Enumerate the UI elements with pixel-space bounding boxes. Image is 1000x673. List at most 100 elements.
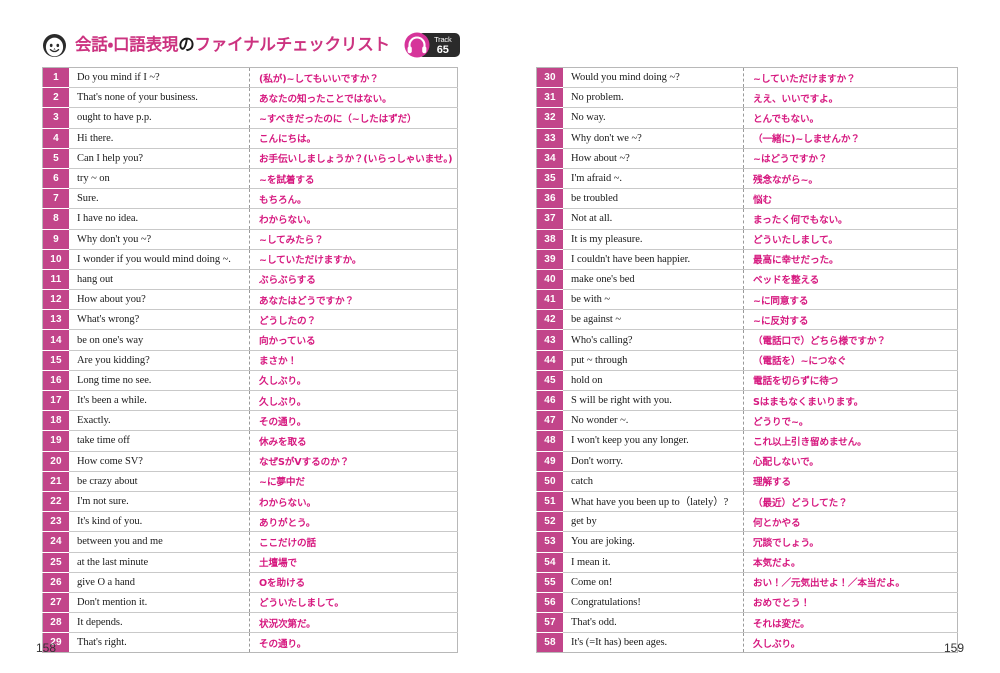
japanese-meaning: （電話を）~につなぐ — [743, 350, 958, 371]
japanese-meaning: ぶらぶらする — [249, 269, 458, 291]
table-row: 48 I won't keep you any longer. これ以上引き留めませ… — [536, 430, 958, 452]
japanese-meaning: 久しぶり。 — [249, 370, 458, 392]
table-row: 36 be troubled 悩む — [536, 188, 958, 210]
row-number: 16 — [42, 370, 69, 392]
row-number: 15 — [42, 350, 69, 371]
japanese-meaning: ベッドを整える — [743, 269, 958, 291]
table-row: 41 be with ~ ~に同意する — [536, 289, 958, 311]
english-expression: How about ~? — [563, 148, 744, 169]
english-expression: Do you mind if I ~? — [69, 67, 250, 89]
table-row: 26 give O a hand Oを助ける — [42, 572, 458, 593]
english-expression: S will be right with you. — [563, 390, 744, 412]
table-row: 51 What have you been up to（lately）? （最近）ど… — [536, 491, 958, 513]
japanese-meaning: （電話口で）どちら様ですか？ — [743, 329, 958, 351]
english-expression: Exactly. — [69, 410, 250, 432]
row-number: 54 — [536, 552, 563, 573]
english-expression: hang out — [69, 269, 250, 291]
table-row: 46 S will be right with you. Sはまもなくまいります。 — [536, 390, 958, 412]
english-expression: be against ~ — [563, 309, 744, 331]
page-number-right: 159 — [943, 641, 964, 655]
japanese-meaning: (私が)~してもいいですか？ — [249, 67, 458, 89]
japanese-meaning: まったく何でもない。 — [743, 208, 958, 230]
row-number: 36 — [536, 188, 563, 210]
page-header-right — [536, 30, 958, 60]
japanese-meaning: どういたしまして。 — [249, 592, 458, 614]
checklist-table-right-body: 30 Would you mind doing ~? ~していただけますか？ 31 No… — [536, 67, 958, 653]
english-expression: You are joking. — [563, 531, 744, 553]
page-title-particle: の — [178, 34, 195, 54]
english-expression: Sure. — [69, 188, 250, 210]
table-row: 21 be crazy about ~に夢中だ — [42, 471, 458, 492]
row-number: 22 — [42, 491, 69, 513]
english-expression: give O a hand — [69, 572, 250, 593]
row-number: 35 — [536, 168, 563, 190]
japanese-meaning: もちろん。 — [249, 188, 458, 210]
japanese-meaning: ここだけの話 — [249, 531, 458, 553]
japanese-meaning: まさか！ — [249, 350, 458, 371]
japanese-meaning: ~していただけますか？ — [743, 67, 958, 89]
english-expression: Why don't we ~? — [563, 128, 744, 149]
row-number: 37 — [536, 208, 563, 230]
english-expression: be troubled — [563, 188, 744, 210]
row-number: 8 — [42, 208, 69, 230]
japanese-meaning: これ以上引き留めません。 — [743, 430, 958, 452]
japanese-meaning: 本気だよ。 — [743, 552, 958, 573]
english-expression: Don't worry. — [563, 451, 744, 472]
english-expression: try ~ on — [69, 168, 250, 190]
right-page: 30 Would you mind doing ~? ~していただけますか？ 31 No… — [500, 0, 1000, 673]
english-expression: I have no idea. — [69, 208, 250, 230]
table-row: 45 hold on 電話を切らずに待つ — [536, 370, 958, 392]
japanese-meaning: 残念ながら~。 — [743, 168, 958, 190]
table-row: 27 Don't mention it. どういたしまして。 — [42, 592, 458, 614]
english-expression: Why don't you ~? — [69, 229, 250, 250]
smiling-face-icon — [42, 33, 67, 58]
row-number: 31 — [536, 87, 563, 109]
english-expression: hold on — [563, 370, 744, 392]
table-row: 15 Are you kidding? まさか！ — [42, 350, 458, 371]
japanese-meaning: どういたしまして。 — [743, 229, 958, 250]
table-row: 23 It's kind of you. ありがとう。 — [42, 511, 458, 533]
english-expression: get by — [563, 511, 744, 533]
japanese-meaning: 最高に幸せだった。 — [743, 249, 958, 270]
table-row: 58 It's (=It has) been ages. 久しぶり。 — [536, 632, 958, 653]
row-number: 47 — [536, 410, 563, 432]
row-number: 14 — [42, 329, 69, 351]
table-row: 25 at the last minute 土壇場で — [42, 552, 458, 573]
table-row: 39 I couldn't have been happier. 最高に幸せだった。 — [536, 249, 958, 270]
english-expression: Who's calling? — [563, 329, 744, 351]
english-expression: I'm afraid ~. — [563, 168, 744, 190]
table-row: 22 I'm not sure. わからない。 — [42, 491, 458, 513]
japanese-meaning: 土壇場で — [249, 552, 458, 573]
japanese-meaning: 冗談でしょう。 — [743, 531, 958, 553]
table-row: 19 take time off 休みを取る — [42, 430, 458, 452]
row-number: 28 — [42, 612, 69, 634]
japanese-meaning: 状況次第だ。 — [249, 612, 458, 634]
english-expression: It's (=It has) been ages. — [563, 632, 744, 653]
table-row: 50 catch 理解する — [536, 471, 958, 492]
japanese-meaning: ~に反対する — [743, 309, 958, 331]
row-number: 52 — [536, 511, 563, 533]
table-row: 49 Don't worry. 心配しないで。 — [536, 451, 958, 472]
table-row: 43 Who's calling? （電話口で）どちら様ですか？ — [536, 329, 958, 351]
table-row: 8I have no idea. わからない。 — [42, 208, 458, 230]
table-row: 2 That's none of your business. あなたの知ったことで… — [42, 87, 458, 109]
row-number: 43 — [536, 329, 563, 351]
row-number: 24 — [42, 531, 69, 553]
row-number: 42 — [536, 309, 563, 331]
english-expression: be with ~ — [563, 289, 744, 311]
page-number-left: 158 — [36, 641, 57, 655]
row-number: 40 — [536, 269, 563, 291]
row-number: 23 — [42, 511, 69, 533]
japanese-meaning: Oを助ける — [249, 572, 458, 593]
japanese-meaning: 悩む — [743, 188, 958, 210]
table-row: 37 Not at all. まったく何でもない。 — [536, 208, 958, 230]
english-expression: Congratulations! — [563, 592, 744, 614]
japanese-meaning: 久しぶり。 — [753, 638, 801, 650]
english-expression: That's odd. — [563, 612, 744, 634]
row-number: 4 — [42, 128, 69, 149]
table-row: 28 It depends. 状況次第だ。 — [42, 612, 458, 634]
track-number: 65 — [436, 44, 449, 56]
row-number: 51 — [536, 491, 563, 513]
english-expression: Hi there. — [69, 128, 250, 149]
english-expression: Are you kidding? — [69, 350, 250, 371]
